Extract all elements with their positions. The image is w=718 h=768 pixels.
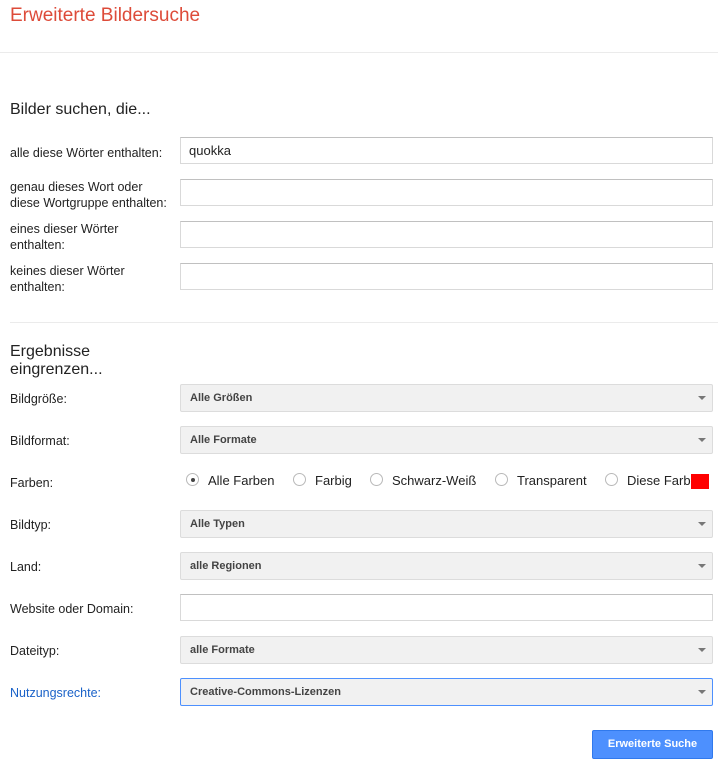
aspect-ratio-value: Alle Formate	[190, 434, 257, 446]
exact-phrase-input[interactable]	[180, 179, 713, 206]
file-type-label: Dateityp:	[10, 644, 60, 658]
radio-label: Diese Farbe:	[627, 473, 691, 488]
section-divider	[10, 322, 718, 323]
aspect-ratio-select[interactable]: Alle Formate	[180, 426, 713, 454]
narrow-section-title: Ergebnisse eingrenzen...	[10, 343, 103, 379]
advanced-search-button[interactable]: Erweiterte Suche	[592, 730, 713, 759]
none-words-label-line1: keines dieser Wörter	[10, 264, 125, 278]
all-words-input[interactable]: quokka	[180, 137, 713, 164]
radio-checked-icon	[186, 473, 199, 486]
any-words-input[interactable]	[180, 221, 713, 248]
exact-phrase-label: genau dieses Wort oder diese Wortgruppe …	[10, 179, 167, 211]
none-words-label-line2: enthalten:	[10, 280, 65, 294]
site-label: Website oder Domain:	[10, 602, 134, 616]
all-words-label: alle diese Wörter enthalten:	[10, 146, 163, 160]
any-words-label: eines dieser Wörter enthalten:	[10, 221, 118, 253]
header-divider	[0, 52, 718, 53]
region-label: Land:	[10, 560, 42, 574]
chevron-down-icon	[698, 690, 706, 694]
file-type-select[interactable]: alle Formate	[180, 636, 713, 664]
none-words-input[interactable]	[180, 263, 713, 290]
image-size-select[interactable]: Alle Größen	[180, 384, 713, 412]
image-type-label: Bildtyp:	[10, 518, 51, 532]
region-select[interactable]: alle Regionen	[180, 552, 713, 580]
radio-label: Transparent	[517, 473, 587, 488]
region-value: alle Regionen	[190, 560, 262, 572]
radio-unchecked-icon	[370, 473, 383, 486]
chevron-down-icon	[698, 438, 706, 442]
chevron-down-icon	[698, 564, 706, 568]
find-section-title: Bilder suchen, die...	[10, 101, 151, 118]
image-size-value: Alle Größen	[190, 392, 253, 404]
any-words-label-line2: enthalten:	[10, 238, 65, 252]
colors-label: Farben:	[10, 476, 54, 490]
narrow-section-title-line2: eingrenzen...	[10, 361, 103, 378]
radio-this-color[interactable]: Diese Farbe:	[605, 472, 691, 490]
page-title: Erweiterte Bildersuche	[10, 5, 201, 26]
chevron-down-icon	[698, 396, 706, 400]
usage-rights-link[interactable]: Nutzungsrechte:	[10, 685, 101, 701]
usage-rights-value: Creative-Commons-Lizenzen	[190, 686, 341, 698]
radio-label: Schwarz-Weiß	[392, 473, 477, 488]
file-type-value: alle Formate	[190, 644, 255, 656]
radio-label: Alle Farben	[208, 473, 275, 488]
radio-unchecked-icon	[605, 473, 618, 486]
site-input[interactable]	[180, 594, 713, 621]
image-size-label: Bildgröße:	[10, 392, 67, 406]
aspect-ratio-label: Bildformat:	[10, 434, 70, 448]
usage-rights-select[interactable]: Creative-Commons-Lizenzen	[180, 678, 713, 706]
exact-phrase-label-line2: diese Wortgruppe enthalten:	[10, 196, 167, 210]
chevron-down-icon	[698, 522, 706, 526]
exact-phrase-label-line1: genau dieses Wort oder	[10, 180, 143, 194]
color-swatch[interactable]	[691, 474, 709, 489]
image-type-select[interactable]: Alle Typen	[180, 510, 713, 538]
radio-unchecked-icon	[293, 473, 306, 486]
radio-unchecked-icon	[495, 473, 508, 486]
none-words-label: keines dieser Wörter enthalten:	[10, 263, 125, 295]
radio-label: Farbig	[315, 473, 352, 488]
narrow-section-title-line1: Ergebnisse	[10, 343, 91, 360]
image-type-value: Alle Typen	[190, 518, 245, 530]
chevron-down-icon	[698, 648, 706, 652]
any-words-label-line1: eines dieser Wörter	[10, 222, 119, 236]
